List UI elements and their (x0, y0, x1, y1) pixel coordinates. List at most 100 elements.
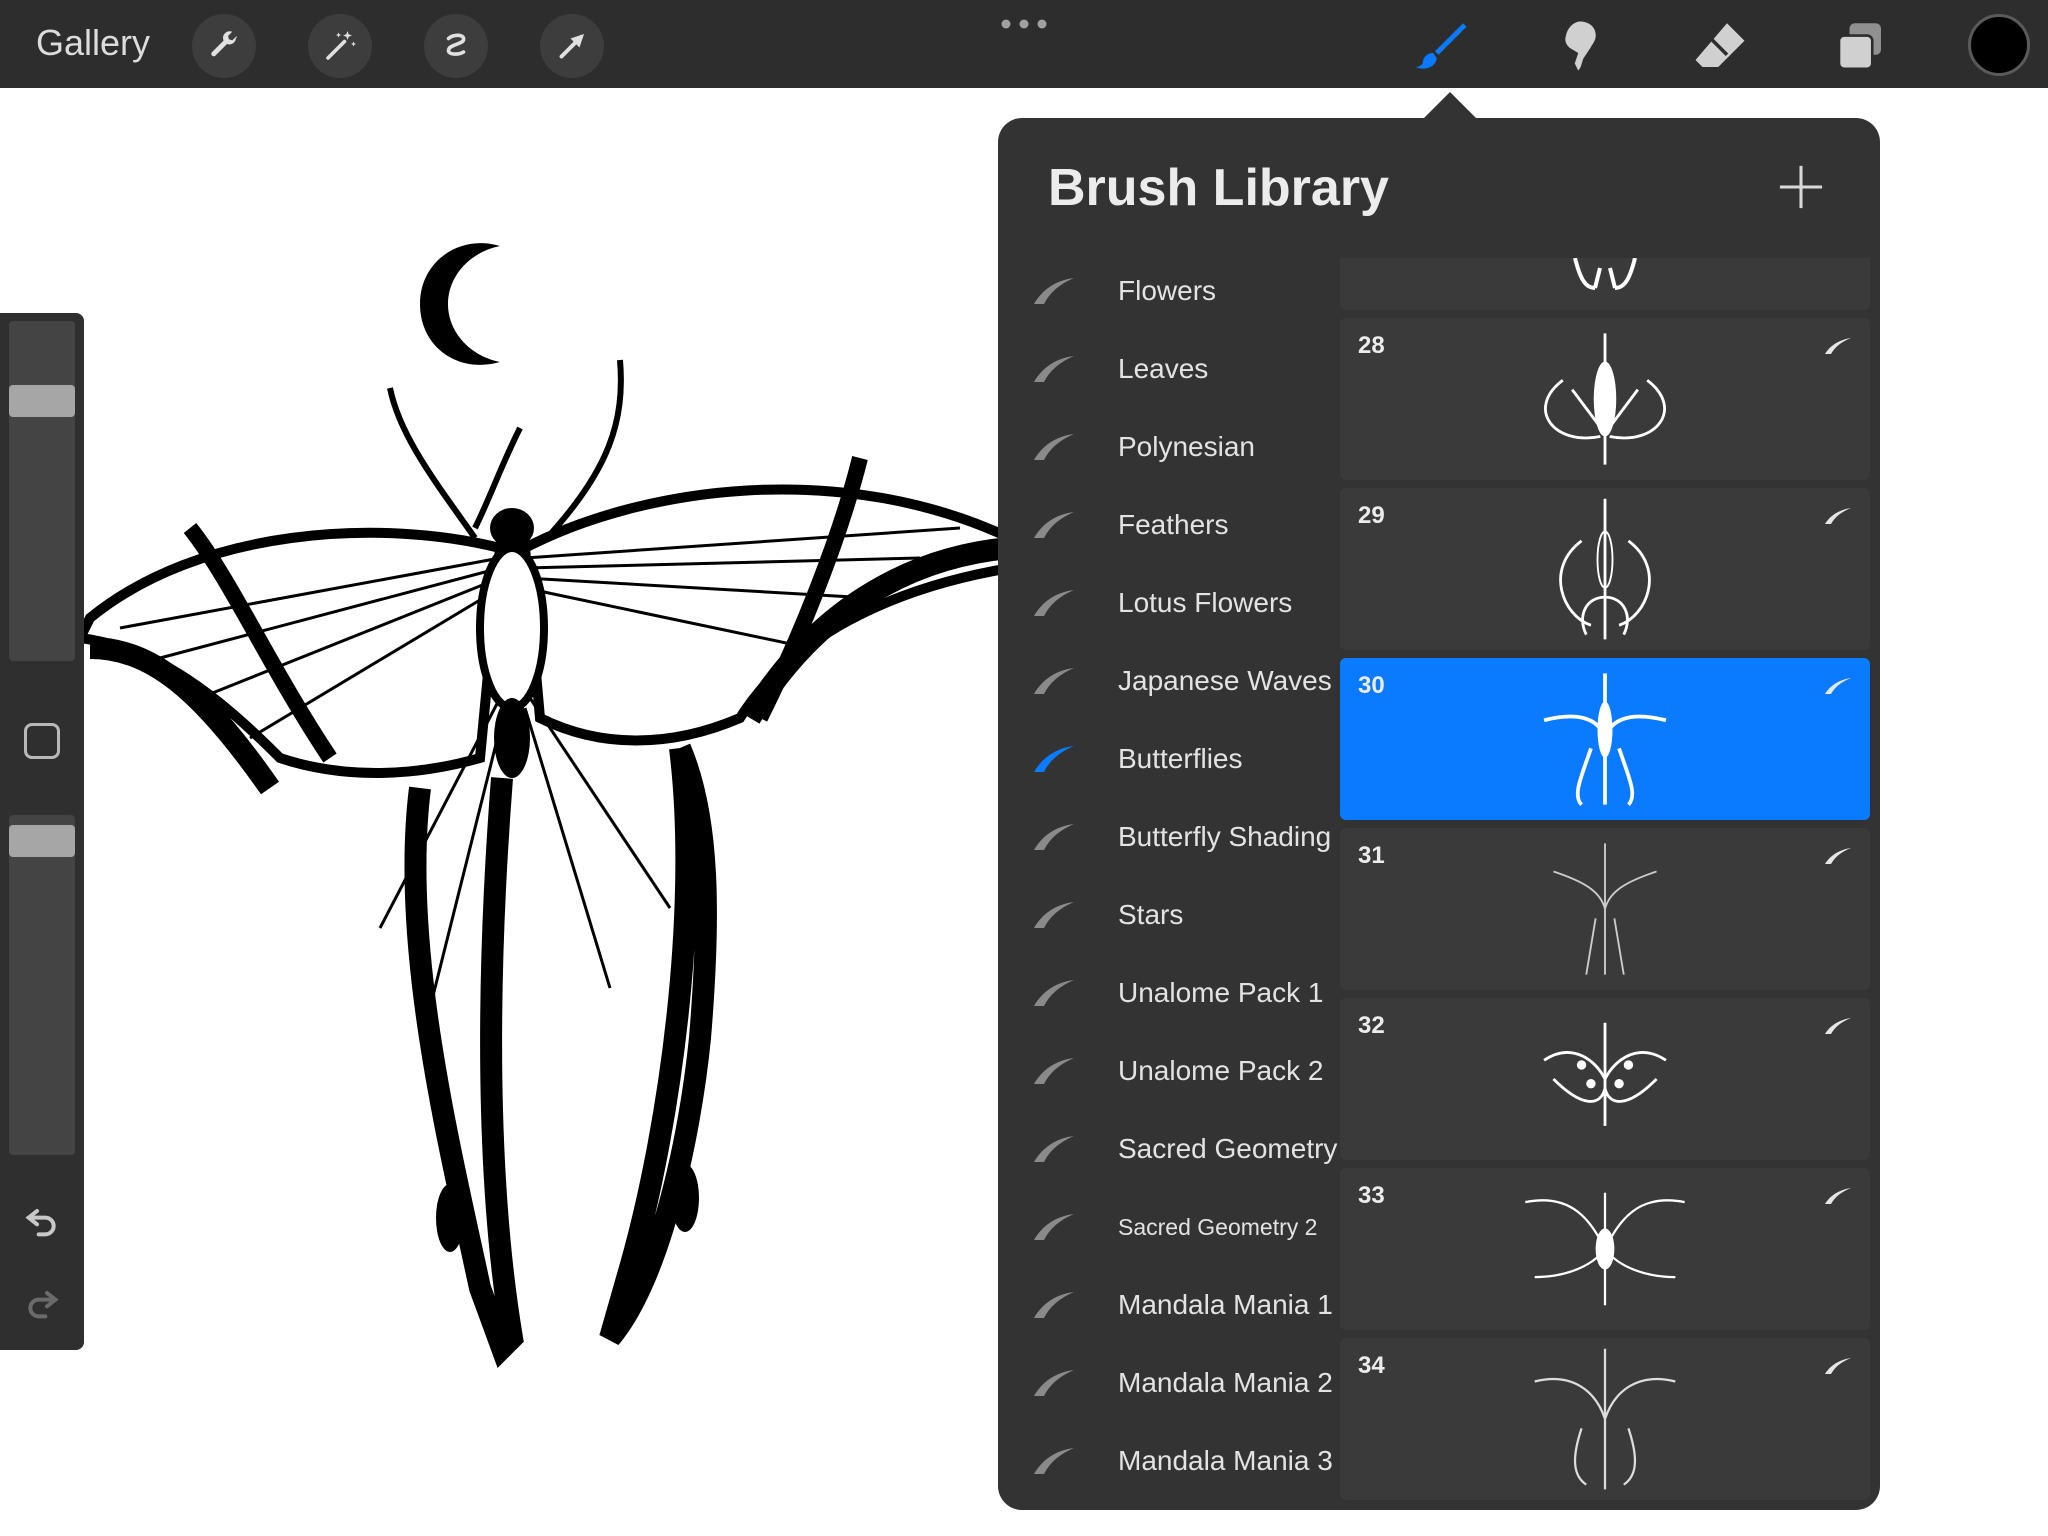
brush-stroke-icon (1825, 1188, 1851, 1204)
brush-set-label: Butterfly Shading (1118, 821, 1332, 852)
brush-stroke-icon (1825, 1018, 1851, 1034)
actions-button[interactable] (192, 14, 256, 78)
left-sidebar (0, 313, 84, 1350)
brush-set-item[interactable]: Unalome Pack 1 (998, 954, 1338, 1032)
top-toolbar: Gallery (0, 0, 2048, 88)
brush-number: 33 (1358, 1182, 1385, 1209)
brush-preview (1543, 673, 1667, 806)
brush-stroke-icon (1034, 356, 1074, 382)
transform-button[interactable] (540, 14, 604, 78)
brush-preview (1559, 498, 1651, 640)
brush-stroke-icon (1034, 824, 1074, 850)
brush-set-list: Flowers Leaves Polynesian Feathers Lotus Flo… (998, 258, 1338, 1510)
smudge-icon (1565, 21, 1596, 71)
brush-set-item[interactable]: Polynesian (998, 408, 1338, 486)
wrench-icon (211, 31, 237, 57)
brush-list: 28 29 30 31 32 33 34 (1340, 258, 1870, 1510)
brush-set-label: Stars (1118, 899, 1184, 930)
brush-number: 32 (1358, 1012, 1385, 1039)
brush-set-label: Sacred Geometry (1118, 1133, 1338, 1164)
brush-stroke-icon (1034, 1058, 1074, 1084)
brush-set-item[interactable]: Sacred Geometry (998, 1110, 1338, 1188)
brush-card[interactable]: 30 (1340, 658, 1870, 820)
brush-set-label: Sacred Geometry 2 (1118, 1213, 1318, 1240)
brush-set-item[interactable]: Lotus Flowers (998, 564, 1338, 642)
smudge-tool-button[interactable] (1548, 14, 1612, 78)
brush-tool-button[interactable] (1410, 14, 1474, 78)
redo-icon[interactable] (22, 1283, 62, 1323)
brush-icon (1415, 23, 1467, 69)
brush-set-item[interactable]: Feathers (998, 486, 1338, 564)
brush-stroke-icon (1034, 668, 1074, 694)
brush-set-item[interactable]: Leaves (998, 330, 1338, 408)
layers-tool-button[interactable] (1828, 14, 1892, 78)
brush-preview (1543, 1022, 1667, 1126)
modify-button[interactable] (24, 723, 60, 759)
brush-set-label: Unalome Pack 2 (1118, 1055, 1324, 1086)
brush-stroke-icon (1034, 902, 1074, 928)
undo-icon[interactable] (22, 1201, 62, 1241)
selection-icon (446, 33, 466, 56)
adjustments-button[interactable] (308, 14, 372, 78)
brush-set-label: Lotus Flowers (1118, 587, 1293, 618)
brush-number: 31 (1358, 842, 1385, 869)
brush-stroke-icon (1825, 338, 1851, 354)
brush-set-label: Unalome Pack 1 (1118, 977, 1324, 1008)
brush-preview (1573, 258, 1637, 290)
brush-stroke-icon (1034, 1448, 1074, 1474)
brush-stroke-icon (1034, 590, 1074, 616)
brush-set-label: Leaves (1118, 353, 1209, 384)
eraser-tool-button[interactable] (1688, 14, 1752, 78)
brush-set-item[interactable]: Mandala Mania 2 (998, 1344, 1338, 1422)
brush-set-label: Butterflies (1118, 743, 1243, 774)
brush-stroke-icon (1825, 848, 1851, 864)
brush-number: 34 (1358, 1352, 1385, 1379)
brush-card[interactable]: 29 (1340, 488, 1870, 650)
brush-size-slider[interactable] (9, 321, 75, 661)
color-picker-button[interactable] (1968, 14, 2030, 76)
brush-set-item[interactable]: Butterflies (998, 720, 1338, 798)
opacity-slider[interactable] (9, 815, 75, 1155)
brush-number: 28 (1358, 332, 1385, 359)
brush-card[interactable]: 33 (1340, 1168, 1870, 1330)
selection-button[interactable] (424, 14, 488, 78)
brush-set-item[interactable]: Sacred Geometry 2 (998, 1188, 1338, 1266)
brush-card[interactable]: 31 (1340, 828, 1870, 990)
layers-icon (1837, 23, 1881, 71)
gallery-button[interactable]: Gallery (36, 22, 150, 64)
brush-card-partial[interactable] (1340, 258, 1870, 310)
panel-pointer (1424, 92, 1476, 118)
brush-set-item[interactable]: Flowers (998, 258, 1338, 330)
more-options-icon[interactable] (1000, 18, 1048, 30)
brush-preview (1534, 1348, 1676, 1490)
brush-library-panel: Brush Library Flowers Leaves Polynesian Fea… (998, 118, 1880, 1510)
eraser-icon (1695, 23, 1745, 67)
brush-size-thumb[interactable] (9, 385, 75, 417)
brush-stroke-icon (1034, 1214, 1074, 1240)
brush-set-item[interactable]: Mandala Mania 1 (998, 1266, 1338, 1344)
brush-card[interactable]: 32 (1340, 998, 1870, 1160)
brush-stroke-icon (1825, 678, 1851, 694)
brush-stroke-icon (1034, 278, 1074, 304)
brush-stroke-icon (1034, 434, 1074, 460)
brush-set-label: Mandala Mania 2 (1118, 1367, 1333, 1398)
brush-set-item[interactable]: Stars (998, 876, 1338, 954)
brush-set-label: Polynesian (1118, 431, 1255, 462)
brush-set-label: Japanese Waves (1118, 665, 1332, 696)
brush-stroke-icon (1825, 1358, 1851, 1374)
add-brush-icon[interactable] (1778, 164, 1824, 210)
brush-set-item[interactable]: Butterfly Shading (998, 798, 1338, 876)
brush-number: 30 (1358, 672, 1385, 699)
opacity-thumb[interactable] (9, 825, 75, 857)
brush-card[interactable]: 34 (1340, 1338, 1870, 1500)
brush-card[interactable]: 28 (1340, 318, 1870, 480)
panel-title: Brush Library (1048, 159, 1389, 217)
brush-preview (1544, 333, 1666, 465)
brush-preview (1525, 1192, 1685, 1306)
brush-set-item[interactable]: Unalome Pack 2 (998, 1032, 1338, 1110)
brush-set-item[interactable]: Japanese Waves (998, 642, 1338, 720)
magic-wand-icon (326, 31, 357, 60)
brush-stroke-icon (1034, 980, 1074, 1006)
brush-stroke-icon (1825, 508, 1851, 524)
brush-set-item[interactable]: Mandala Mania 3 (998, 1422, 1338, 1500)
